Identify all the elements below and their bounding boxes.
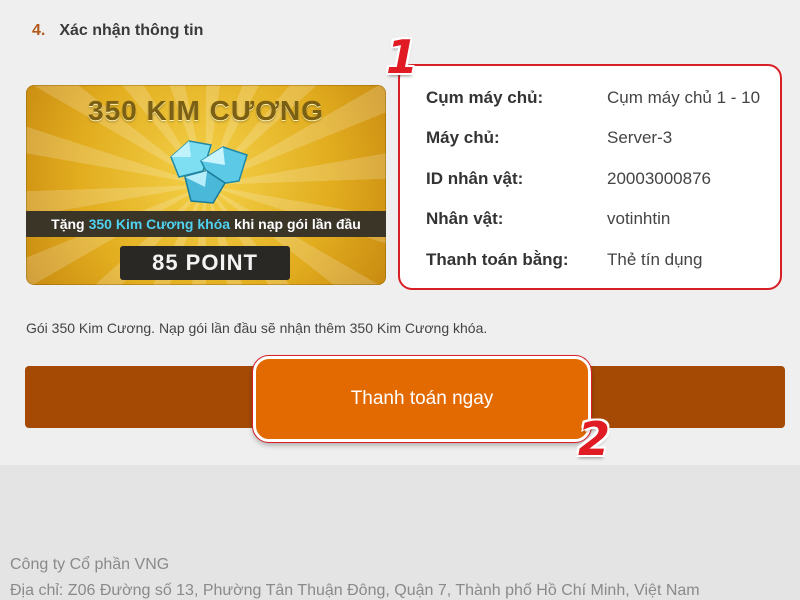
package-description: Gói 350 Kim Cương. Nạp gói lần đầu sẽ nh… <box>26 320 488 336</box>
info-row: Cụm máy chủ: Cụm máy chủ 1 - 10 <box>426 83 780 113</box>
step-number: 4. <box>32 22 46 39</box>
info-value: 20003000876 <box>607 169 712 188</box>
banner-strip-suffix: khi nạp gói lần đầu <box>234 216 361 232</box>
banner-strip-prefix: Tặng <box>51 216 85 232</box>
footer <box>0 465 800 600</box>
package-banner: 350 KIM CƯƠNG Tặng 350 Kim Cương khóa kh… <box>26 85 386 285</box>
info-label: Nhân vật: <box>426 209 504 228</box>
info-label: Thanh toán bằng: <box>426 250 569 269</box>
info-label: Cụm máy chủ: <box>426 88 544 107</box>
info-value: votinhtin <box>607 209 671 228</box>
info-label: ID nhân vật: <box>426 169 524 188</box>
diamond-icon <box>170 140 248 204</box>
info-card: Cụm máy chủ: Cụm máy chủ 1 - 10 Máy chủ:… <box>398 64 782 290</box>
info-row: Thanh toán bằng: Thẻ tín dụng <box>426 245 780 275</box>
info-row: Máy chủ: Server-3 <box>426 123 780 153</box>
banner-points: 85 POINT <box>120 246 290 280</box>
banner-strip-highlight: 350 Kim Cương khóa <box>88 216 231 232</box>
info-label: Máy chủ: <box>426 128 500 147</box>
annotation-marker-1: 1 <box>386 30 419 84</box>
footer-company: Công ty Cổ phần VNG <box>10 556 170 573</box>
step-heading: 4. Xác nhận thông tin <box>32 22 203 40</box>
info-row: Nhân vật: votinhtin <box>426 204 780 234</box>
info-value: Server-3 <box>607 128 673 147</box>
info-value: Cụm máy chủ 1 - 10 <box>607 88 761 107</box>
banner-title: 350 KIM CƯƠNG <box>88 95 324 126</box>
info-value: Thẻ tín dụng <box>607 250 703 269</box>
annotation-marker-2: 2 <box>578 412 611 466</box>
banner-strip: Tặng 350 Kim Cương khóa khi nạp gói lần … <box>26 211 386 237</box>
footer-address: Địa chỉ: Z06 Đường số 13, Phường Tân Thu… <box>10 582 700 599</box>
pay-now-button[interactable]: Thanh toán ngay <box>252 355 592 443</box>
info-row: ID nhân vật: 20003000876 <box>426 164 780 194</box>
step-title: Xác nhận thông tin <box>59 22 204 39</box>
